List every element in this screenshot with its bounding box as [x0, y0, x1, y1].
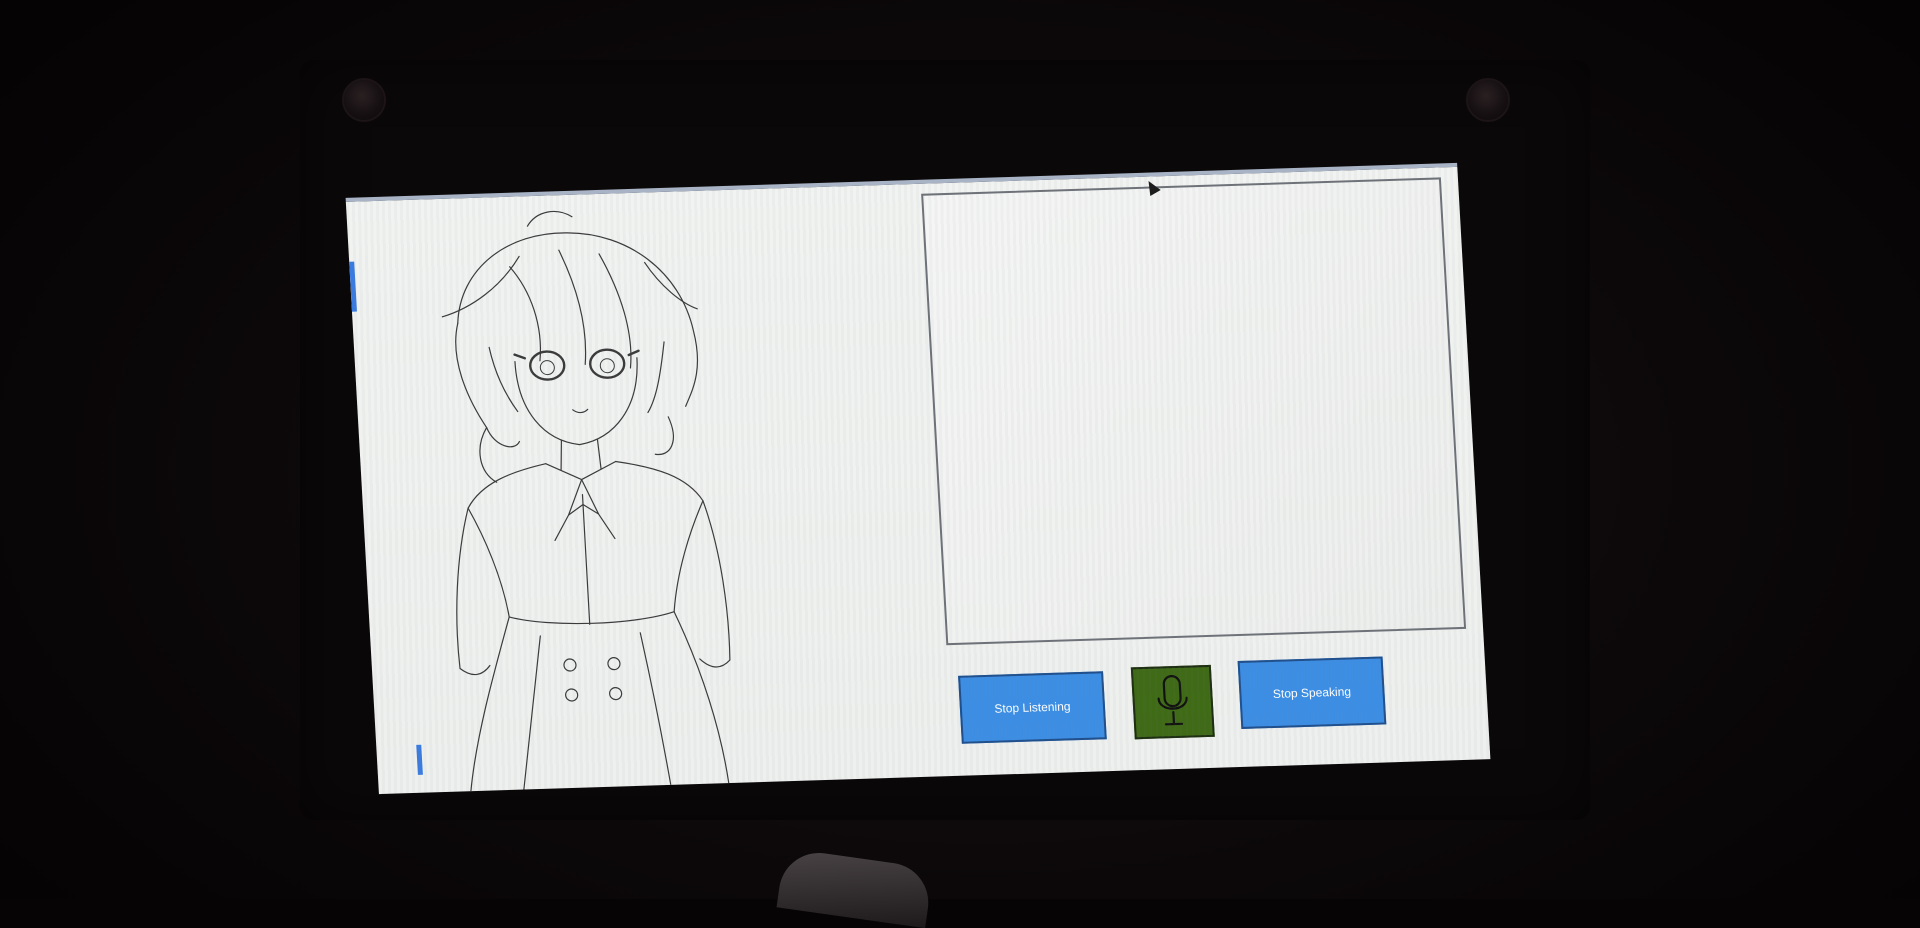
transcript-box [921, 177, 1467, 646]
stop-listening-button[interactable]: Stop Listening [958, 671, 1107, 744]
hair-outline-left [455, 322, 498, 483]
right-eye [588, 348, 626, 379]
microphone-icon [1157, 675, 1188, 726]
avatar-sketch [441, 210, 731, 792]
bezel-screw-right [1466, 78, 1510, 122]
right-sleeve [615, 460, 731, 661]
monitor-screen: Stop Listening Stop Speaking [345, 162, 1491, 795]
stop-speaking-button[interactable]: Stop Speaking [1237, 656, 1387, 729]
hair-outline-right [457, 232, 699, 407]
bezel-screw-left [342, 78, 386, 122]
microphone-button[interactable] [1130, 664, 1215, 740]
avatar-panel [356, 184, 949, 794]
left-eye [529, 350, 566, 381]
